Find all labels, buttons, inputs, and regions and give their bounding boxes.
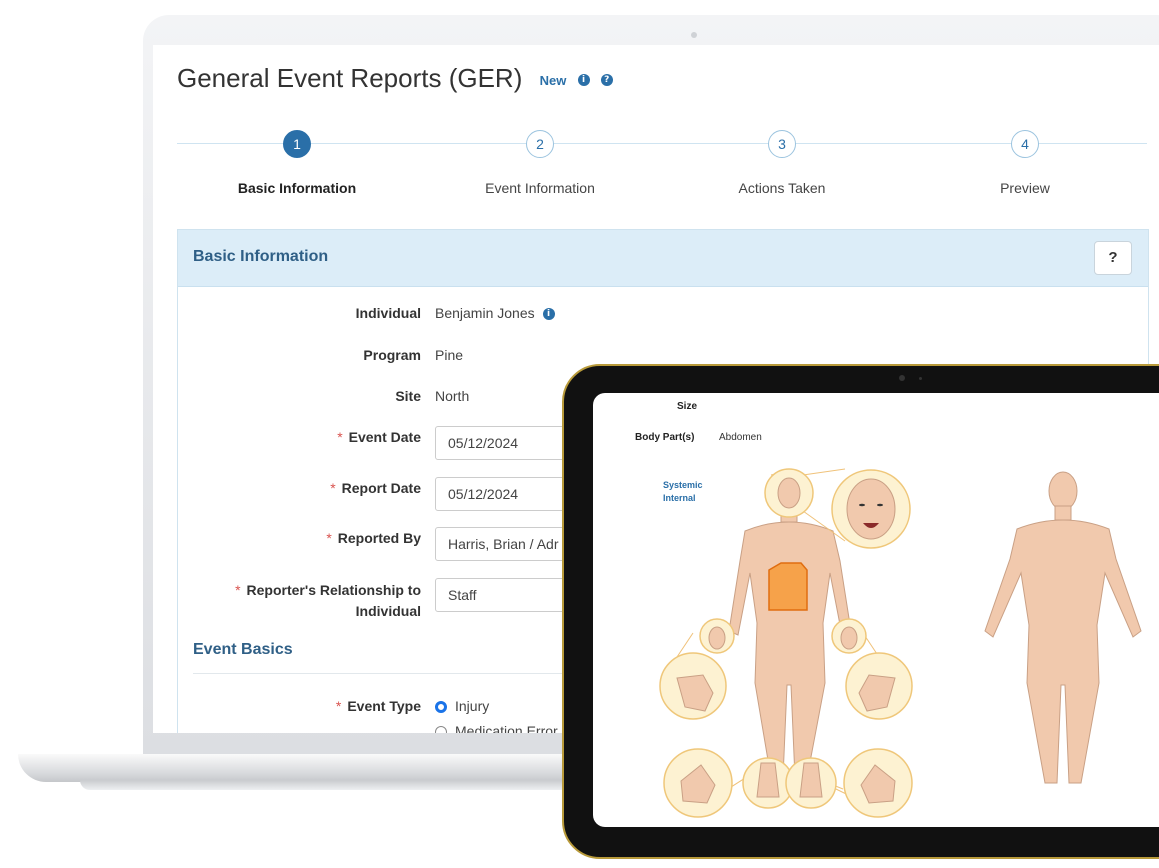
info-icon[interactable]: i <box>542 308 555 321</box>
step-label: Basic Information <box>237 180 357 196</box>
report-date-label-text: Report Date <box>341 480 421 496</box>
reported-by-label-text: Reported By <box>337 530 421 546</box>
body-diagram <box>659 468 1142 818</box>
radio-label: Medication Error <box>455 723 558 733</box>
radio-label: Injury <box>455 698 490 714</box>
question-icon[interactable]: ? <box>600 74 613 87</box>
abdomen-highlight <box>768 562 808 611</box>
event-basics-title: Event Basics <box>193 641 293 658</box>
section-divider <box>193 673 613 674</box>
event-date-label: * Event Date <box>337 429 421 445</box>
tablet-sensor <box>919 377 922 380</box>
individual-value: Benjamin Jones i <box>435 305 555 321</box>
event-type-label-text: Event Type <box>347 698 421 714</box>
site-value: North <box>435 388 470 404</box>
relationship-label: * Reporter's Relationship to Individual <box>235 582 421 619</box>
step-actions-taken[interactable]: 3 Actions Taken <box>682 130 882 196</box>
step-label: Preview <box>1000 180 1050 196</box>
program-label: Program <box>363 347 421 363</box>
radio-icon <box>435 726 447 733</box>
back-body-figure <box>984 471 1142 784</box>
radio-selected-icon <box>435 701 447 713</box>
event-type-label: * Event Type <box>335 698 421 714</box>
step-preview[interactable]: 4 Preview <box>925 130 1125 196</box>
individual-label: Individual <box>355 305 421 321</box>
individual-name: Benjamin Jones <box>435 305 535 321</box>
event-date-label-text: Event Date <box>348 429 421 445</box>
step-basic-information[interactable]: 1 Basic Information <box>197 130 397 196</box>
step-number: 4 <box>1011 130 1039 158</box>
tablet-camera <box>899 375 905 381</box>
step-label: Actions Taken <box>738 180 826 196</box>
laptop-camera <box>691 32 697 38</box>
info-icon[interactable]: i <box>577 74 590 87</box>
step-number: 1 <box>283 130 311 158</box>
tablet-screen: Size Body Part(s) Abdomen Systemic Inter… <box>593 393 1159 827</box>
step-number: 2 <box>526 130 554 158</box>
report-date-label: * Report Date <box>330 480 421 496</box>
page-title-text: General Event Reports (GER) <box>177 63 523 93</box>
relationship-label-line2: Individual <box>355 603 421 619</box>
step-event-information[interactable]: 2 Event Information <box>440 130 640 196</box>
site-label: Site <box>395 388 421 404</box>
panel-title: Basic Information <box>193 248 329 265</box>
page-title: General Event Reports (GER) New i ? <box>177 63 613 94</box>
relationship-label-line1: Reporter's Relationship to <box>246 582 421 598</box>
step-number: 3 <box>768 130 796 158</box>
panel-header: Basic Information ? <box>178 230 1148 287</box>
new-badge: New <box>539 72 567 88</box>
step-label: Event Information <box>485 180 595 196</box>
reported-by-label: * Reported By <box>326 530 421 546</box>
event-type-medication-error-radio[interactable]: Medication Error <box>435 723 558 733</box>
program-value: Pine <box>435 347 464 363</box>
help-button[interactable]: ? <box>1094 241 1132 275</box>
event-type-injury-radio[interactable]: Injury <box>435 698 489 714</box>
